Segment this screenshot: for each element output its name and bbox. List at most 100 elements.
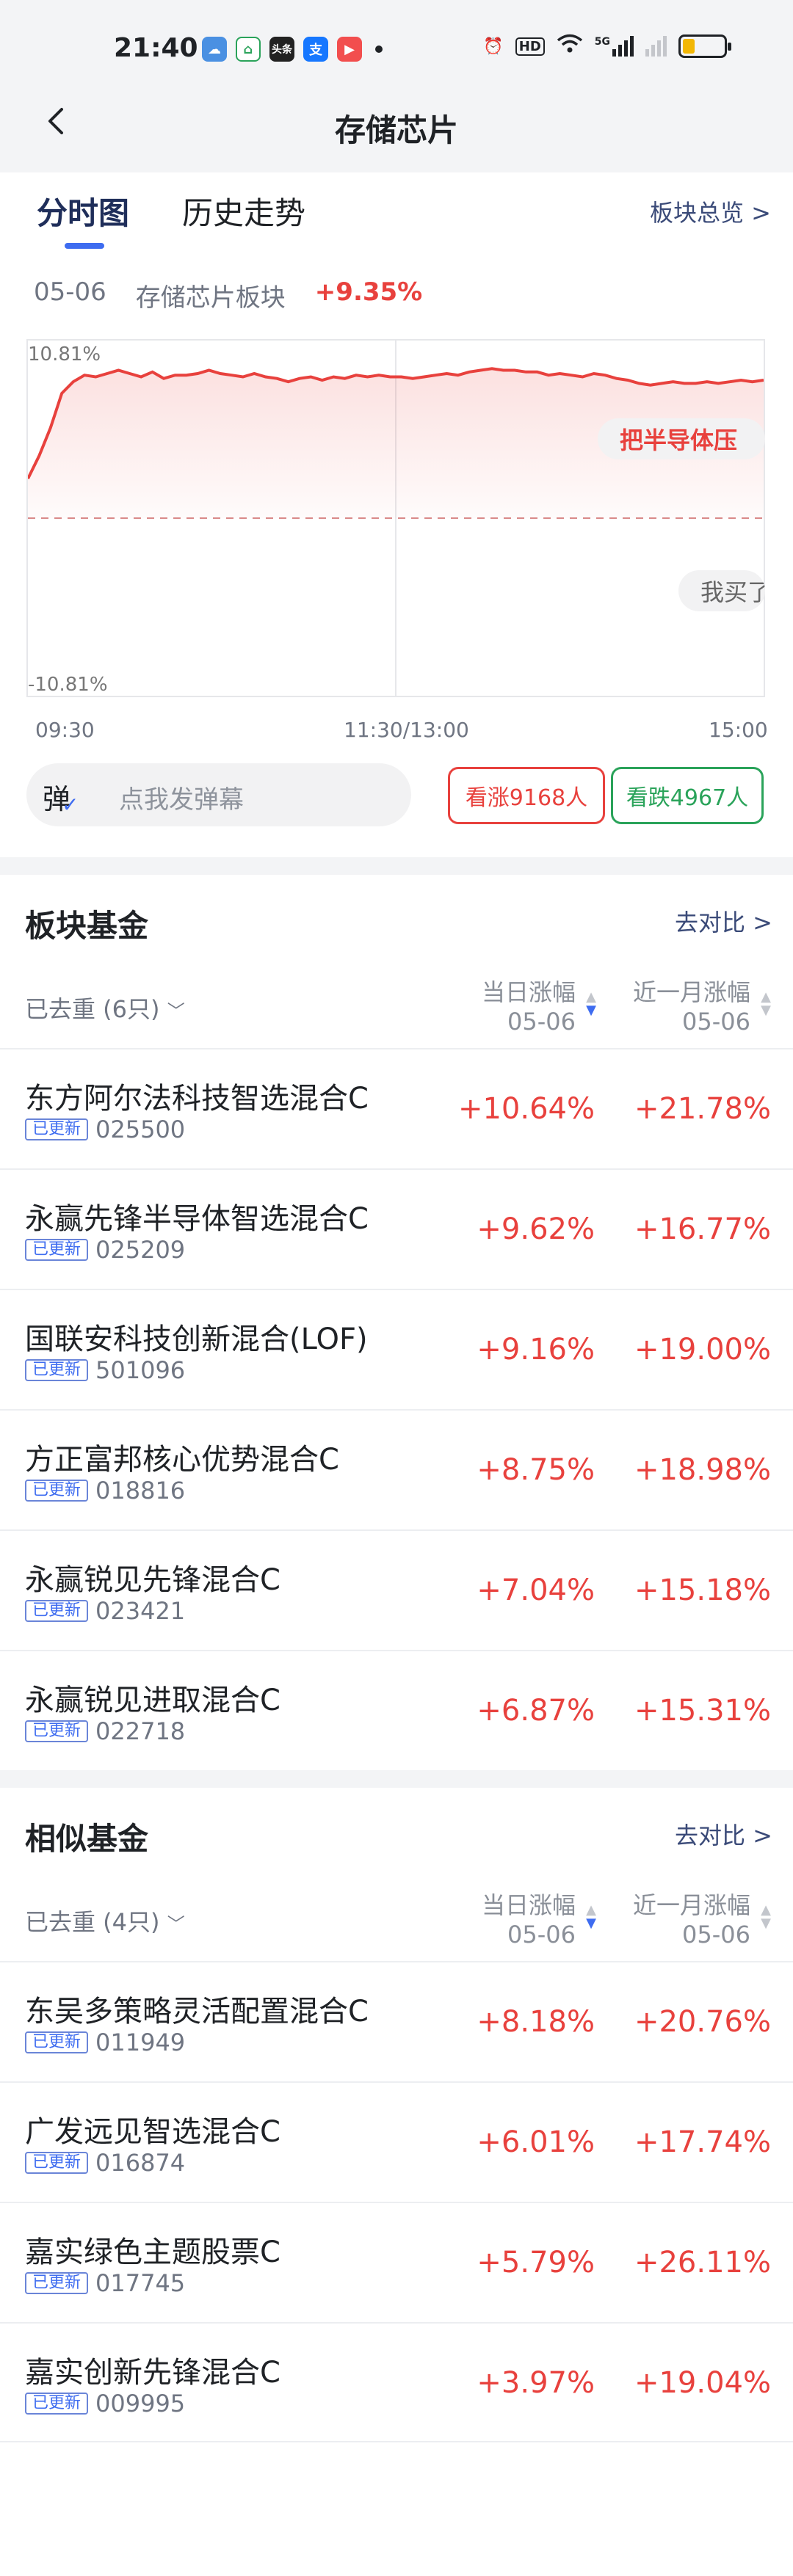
col-header-day[interactable]: 当日涨幅 05-06: [482, 978, 576, 1036]
section-divider: [0, 1770, 793, 1788]
month-change: +19.04%: [634, 2366, 771, 2400]
y-bottom-label: -10.81%: [28, 674, 108, 696]
vote-up-button[interactable]: 看涨9168人: [448, 767, 605, 824]
fund-code: 017745: [95, 2269, 186, 2297]
x-tick: 11:30/13:00: [344, 718, 469, 742]
section-divider: [0, 857, 793, 875]
page-title: 存储芯片: [334, 112, 458, 148]
dedupe-filter-label: 已去重 (4只): [25, 1908, 160, 1936]
fund-name: 方正富邦核心优势混合C: [25, 1443, 339, 1477]
chart-meta: 05-06 存储芯片板块 +9.35%: [34, 277, 422, 313]
updated-badge: 已更新: [25, 1239, 89, 1261]
signal-5g-label: 5G: [594, 36, 610, 48]
x-tick: 15:00: [709, 718, 768, 742]
fund-name: 国联安科技创新混合(LOF): [25, 1322, 368, 1356]
battery-level: [683, 39, 695, 54]
compare-link[interactable]: 去对比 >: [675, 1817, 772, 1851]
fund-name: 永赢锐见进取混合C: [25, 1684, 280, 1717]
danmu-bubble: 把半导体压: [598, 418, 765, 459]
col-header-month[interactable]: 近一月涨幅 05-06: [633, 1891, 750, 1949]
check-icon: ✓: [62, 793, 79, 817]
y-top-label: 10.81%: [28, 343, 101, 365]
day-change: +6.01%: [477, 2125, 595, 2159]
fund-code: 025209: [95, 1236, 186, 1264]
fund-code: 025500: [95, 1116, 186, 1143]
compare-link[interactable]: 去对比 >: [675, 904, 772, 938]
video-icon: ▶: [337, 37, 362, 62]
month-change: +17.74%: [634, 2125, 771, 2159]
col-header-day-date: 05-06: [507, 1921, 576, 1949]
fund-row[interactable]: 方正富邦核心优势混合C 已更新 018816 +8.75% +18.98%: [0, 1409, 793, 1529]
dedupe-filter[interactable]: 已去重 (6只) ﹀: [25, 991, 185, 1025]
fund-row[interactable]: 国联安科技创新混合(LOF) 已更新 501096 +9.16% +19.00%: [0, 1289, 793, 1409]
day-change: +8.18%: [477, 2005, 595, 2039]
navbar: 存储芯片: [0, 73, 793, 172]
fund-row[interactable]: 永赢先锋半导体智选混合C 已更新 025209 +9.62% +16.77%: [0, 1168, 793, 1289]
col-header-month-label: 近一月涨幅: [632, 978, 750, 1006]
col-header-month-date: 05-06: [682, 1008, 750, 1036]
chart-sector-name: 存储芯片板块: [135, 283, 286, 313]
col-header-day-date: 05-06: [507, 1008, 576, 1036]
day-change: +6.87%: [477, 1694, 595, 1728]
weather-icon: ☁: [202, 37, 227, 62]
sort-icon: ▲ ▼: [586, 989, 596, 1018]
tab-intraday[interactable]: 分时图: [37, 189, 129, 233]
month-change: +26.11%: [634, 2246, 771, 2280]
dedupe-filter-label: 已去重 (6只): [25, 995, 160, 1023]
updated-badge: 已更新: [25, 2152, 89, 2174]
vote-down-button[interactable]: 看跌4967人: [611, 767, 764, 824]
day-change: +5.79%: [477, 2246, 595, 2280]
fund-row[interactable]: 广发远见智选混合C 已更新 016874 +6.01% +17.74%: [0, 2081, 793, 2202]
col-header-month[interactable]: 近一月涨幅 05-06: [633, 978, 750, 1036]
updated-badge: 已更新: [25, 2272, 89, 2294]
fund-row[interactable]: 嘉实创新先锋混合C 已更新 009995 +3.97% +19.04%: [0, 2322, 793, 2442]
updated-badge: 已更新: [25, 1600, 89, 1622]
sector-overview-link[interactable]: 板块总览 >: [650, 194, 771, 228]
col-header-day-label: 当日涨幅: [481, 1891, 576, 1919]
chart-date: 05-06: [34, 277, 106, 307]
month-change: +21.78%: [634, 1092, 771, 1126]
month-change: +16.77%: [634, 1212, 771, 1246]
sort-icon: ▲ ▼: [586, 1902, 596, 1931]
month-change: +15.31%: [634, 1694, 771, 1728]
fund-code: 018816: [95, 1477, 186, 1505]
danmu-bubble: 我买了: [678, 570, 765, 611]
month-change: +19.00%: [634, 1333, 771, 1367]
hd-icon: HD: [515, 37, 545, 56]
sort-icon: ▲ ▼: [761, 1902, 771, 1931]
updated-badge: 已更新: [25, 1118, 89, 1140]
section-title: 相似基金: [25, 1821, 149, 1857]
updated-badge: 已更新: [25, 1720, 89, 1742]
fund-name: 永赢先锋半导体智选混合C: [25, 1202, 369, 1236]
updated-badge: 已更新: [25, 1480, 89, 1502]
danmu-input[interactable]: 弹 ✓ 点我发弹幕: [26, 763, 411, 826]
fund-row[interactable]: 永赢锐见进取混合C 已更新 022718 +6.87% +15.31%: [0, 1650, 793, 1770]
col-header-month-date: 05-06: [682, 1921, 750, 1949]
chart-change: +9.35%: [314, 277, 423, 307]
col-header-day[interactable]: 当日涨幅 05-06: [482, 1891, 576, 1949]
day-change: +10.64%: [457, 1092, 595, 1126]
fund-name: 东吴多策略灵活配置混合C: [25, 1995, 369, 2029]
tab-history[interactable]: 历史走势: [182, 189, 305, 233]
chevron-down-icon: ﹀: [167, 1001, 185, 1022]
fund-code: 501096: [95, 1356, 186, 1384]
dedupe-filter[interactable]: 已去重 (4只) ﹀: [25, 1904, 185, 1938]
day-change: +9.16%: [477, 1333, 595, 1367]
toutiao-icon: 头条: [269, 37, 294, 62]
alarm-icon: ⏰: [483, 37, 504, 56]
status-right: ⏰ HD 5G: [483, 34, 731, 59]
intraday-chart-svg: [26, 341, 764, 696]
fund-row[interactable]: 东吴多策略灵活配置混合C 已更新 011949 +8.18% +20.76%: [0, 1961, 793, 2081]
updated-badge: 已更新: [25, 2031, 89, 2053]
battery-icon: [678, 34, 731, 58]
x-tick: 09:30: [35, 718, 95, 742]
fund-row[interactable]: 东方阿尔法科技智选混合C 已更新 025500 +10.64% +21.78%: [0, 1048, 793, 1168]
home-icon: ⌂: [236, 37, 261, 62]
sort-icon: ▲ ▼: [761, 989, 771, 1018]
intraday-chart[interactable]: [26, 339, 765, 697]
fund-name: 嘉实绿色主题股票C: [25, 2235, 280, 2269]
status-time: 21:40: [114, 33, 198, 63]
fund-row[interactable]: 嘉实绿色主题股票C 已更新 017745 +5.79% +26.11%: [0, 2202, 793, 2322]
fund-row[interactable]: 永赢锐见先锋混合C 已更新 023421 +7.04% +15.18%: [0, 1529, 793, 1650]
signal-5g-icon: 5G: [595, 36, 634, 57]
